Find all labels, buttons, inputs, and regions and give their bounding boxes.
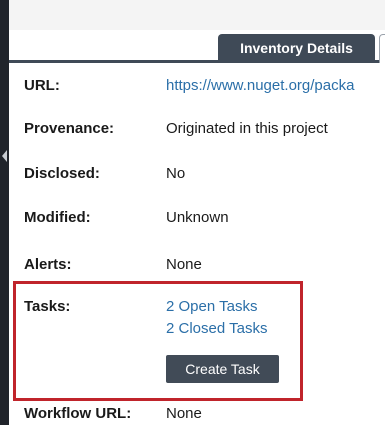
alerts-value: None: [166, 256, 202, 273]
url-label: URL:: [24, 77, 60, 94]
left-sidebar-edge: [0, 0, 9, 425]
collapse-arrow-icon[interactable]: [2, 150, 7, 162]
tasks-label: Tasks:: [24, 298, 71, 315]
tab-inventory-details[interactable]: Inventory Details: [218, 34, 375, 63]
modified-label: Modified:: [24, 209, 91, 226]
url-link[interactable]: https://www.nuget.org/packa: [166, 77, 354, 94]
inventory-details-panel: Inventory Details URL: https://www.nuget…: [0, 0, 385, 425]
disclosed-label: Disclosed:: [24, 165, 100, 182]
open-tasks-link[interactable]: 2 Open Tasks: [166, 298, 257, 315]
tab-strip: Inventory Details: [9, 30, 385, 63]
create-task-button[interactable]: Create Task: [166, 355, 279, 383]
workflow-url-value: None: [166, 405, 202, 422]
tab-next[interactable]: [379, 34, 385, 63]
closed-tasks-link[interactable]: 2 Closed Tasks: [166, 320, 267, 337]
workflow-url-label: Workflow URL:: [24, 405, 132, 422]
alerts-label: Alerts:: [24, 256, 72, 273]
provenance-label: Provenance:: [24, 120, 115, 137]
panel-header-band: [9, 0, 385, 30]
provenance-value: Originated in this project: [166, 120, 328, 137]
modified-value: Unknown: [166, 209, 229, 226]
disclosed-value: No: [166, 165, 186, 182]
